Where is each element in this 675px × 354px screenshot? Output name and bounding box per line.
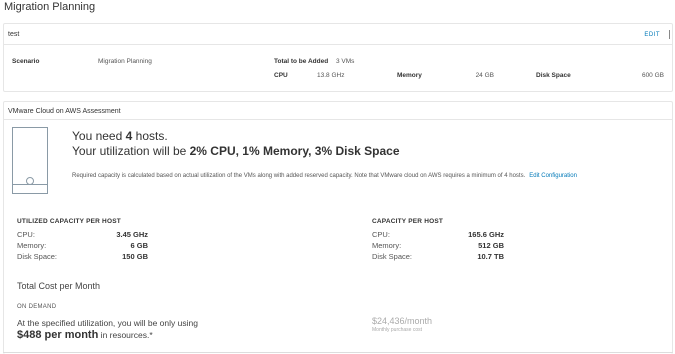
total-added-label: Total to be Added xyxy=(274,58,329,65)
utilized-cpu-value: 3.45 GHz xyxy=(116,230,148,239)
plan-name: test xyxy=(8,31,20,38)
capacity-memory-value: 512 GB xyxy=(478,241,504,250)
scenario-label: Scenario xyxy=(12,58,40,65)
page-title: Migration Planning xyxy=(4,1,96,13)
utilization-text: Your utilization will be 2% CPU, 1% Memo… xyxy=(72,144,400,158)
capacity-note: Required capacity is calculated based on… xyxy=(72,173,577,179)
cost-price: $488 per month xyxy=(17,329,99,341)
utilized-disk-label: Disk Space: xyxy=(17,252,58,261)
more-menu-icon[interactable] xyxy=(669,30,670,39)
cpu-label: CPU xyxy=(274,72,288,79)
capacity-per-host-heading: CAPACITY PER HOST xyxy=(372,218,444,225)
hosts-needed-text: You need 4 hosts. xyxy=(72,129,168,143)
edit-configuration-link[interactable]: Edit Configuration xyxy=(529,173,577,179)
hosts-needed-suffix: hosts. xyxy=(132,129,168,143)
monthly-purchase-price: $24,436/month xyxy=(372,316,433,326)
edit-button[interactable]: EDIT xyxy=(644,32,660,38)
assessment-title: VMware Cloud on AWS Assessment xyxy=(8,108,121,115)
capacity-disk-label: Disk Space: xyxy=(372,252,413,261)
utilization-values: 2% CPU, 1% Memory, 3% Disk Space xyxy=(189,144,400,158)
memory-label: Memory xyxy=(397,72,422,79)
cost-utilization-text: At the specified utilization, you will b… xyxy=(17,318,198,328)
capacity-note-text: Required capacity is calculated based on… xyxy=(72,173,526,179)
cpu-value: 13.8 GHz xyxy=(317,72,345,79)
divider xyxy=(4,119,672,120)
cost-price-line: $488 per month in resources.* xyxy=(17,329,153,341)
on-demand-label: ON DEMAND xyxy=(17,304,57,310)
server-host-icon xyxy=(12,127,48,194)
utilized-memory-value: 6 GB xyxy=(130,241,148,250)
scenario-value: Migration Planning xyxy=(98,58,152,65)
utilized-memory-label: Memory: xyxy=(17,241,47,250)
monthly-purchase-caption: Monthly purchase cost xyxy=(372,327,423,333)
utilized-cpu-label: CPU: xyxy=(17,230,35,239)
utilization-prefix: Your utilization will be xyxy=(72,144,190,158)
memory-value: 24 GB xyxy=(475,72,494,79)
capacity-memory-label: Memory: xyxy=(372,241,402,250)
capacity-cpu-label: CPU: xyxy=(372,230,390,239)
disk-space-value: 600 GB xyxy=(641,72,664,79)
bottom-divider xyxy=(3,352,673,353)
utilized-capacity-heading: UTILIZED CAPACITY PER HOST xyxy=(17,218,121,225)
hosts-needed-prefix: You need xyxy=(72,129,126,143)
cost-price-suffix: in resources.* xyxy=(98,330,153,340)
total-added-value: 3 VMs xyxy=(336,58,355,65)
total-cost-title: Total Cost per Month xyxy=(17,281,101,291)
disk-space-label: Disk Space xyxy=(536,72,571,79)
capacity-cpu-value: 165.6 GHz xyxy=(468,230,504,239)
capacity-disk-value: 10.7 TB xyxy=(477,252,504,261)
server-base xyxy=(13,184,47,193)
plan-card-header: test EDIT xyxy=(4,24,672,45)
utilized-disk-value: 150 GB xyxy=(122,252,148,261)
